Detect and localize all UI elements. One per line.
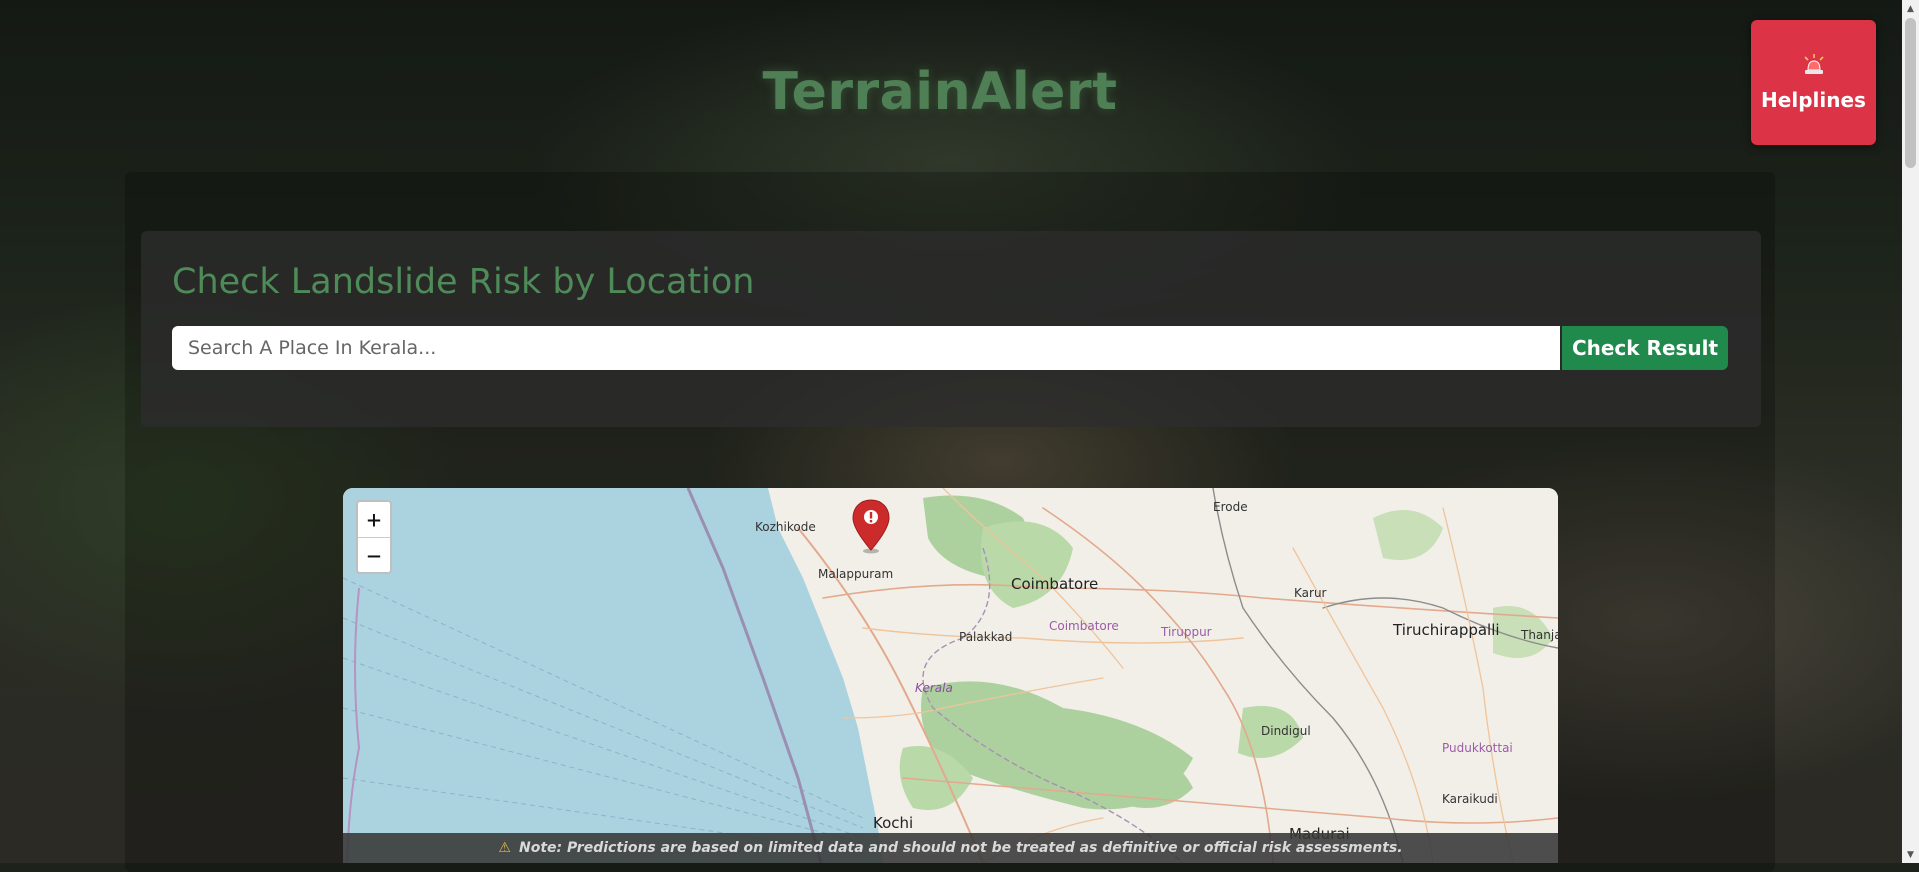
scroll-down-arrow-icon[interactable]: ▼ <box>1902 846 1919 863</box>
map-label-coimbatore-district: Coimbatore <box>1049 619 1119 633</box>
zoom-out-button[interactable]: − <box>358 537 390 573</box>
map-label-coimbatore: Coimbatore <box>1011 575 1099 593</box>
map-label-erode: Erode <box>1213 500 1248 514</box>
helplines-label: Helplines <box>1761 88 1866 112</box>
page-scrollbar[interactable]: ▲ ▼ <box>1902 0 1919 863</box>
zoom-in-button[interactable]: + <box>358 502 390 537</box>
map-label-kochi: Kochi <box>873 814 914 832</box>
landslide-map[interactable]: + − Kozhikode Malappuram Erode Coimbator… <box>343 488 1558 863</box>
search-input[interactable] <box>172 326 1560 370</box>
disclaimer-text: Note: Predictions are based on limited d… <box>518 840 1403 856</box>
map-label-dindigul: Dindigul <box>1261 724 1311 738</box>
search-heading: Check Landslide Risk by Location <box>172 262 755 302</box>
map-label-malappuram: Malappuram <box>818 567 894 581</box>
map-label-karur: Karur <box>1294 586 1327 600</box>
map-label-karaikudi: Karaikudi <box>1442 792 1498 806</box>
map-label-thanja: Thanja <box>1521 628 1558 642</box>
scrollbar-thumb[interactable] <box>1905 18 1916 168</box>
zoom-control: + − <box>356 500 392 574</box>
scroll-up-arrow-icon[interactable]: ▲ <box>1902 0 1919 17</box>
warning-icon: ⚠ <box>498 840 511 856</box>
helplines-button[interactable]: Helplines <box>1751 20 1876 145</box>
app-title: TerrainAlert <box>762 62 1118 122</box>
map-label-kerala: Kerala <box>915 681 953 695</box>
map-label-pudukkottai: Pudukkottai <box>1442 741 1513 755</box>
disclaimer-note: ⚠ Note: Predictions are based on limited… <box>343 833 1558 863</box>
map-label-tiruchirappalli: Tiruchirappalli <box>1393 621 1500 639</box>
map-label-palakkad: Palakkad <box>959 630 1013 644</box>
check-result-button[interactable]: Check Result <box>1562 326 1728 370</box>
map-label-tiruppur: Tiruppur <box>1161 625 1212 639</box>
location-alert-marker-icon[interactable] <box>851 498 891 554</box>
map-label-kozhikode: Kozhikode <box>755 520 816 534</box>
map-tiles <box>343 488 1558 863</box>
siren-icon <box>1801 53 1827 80</box>
